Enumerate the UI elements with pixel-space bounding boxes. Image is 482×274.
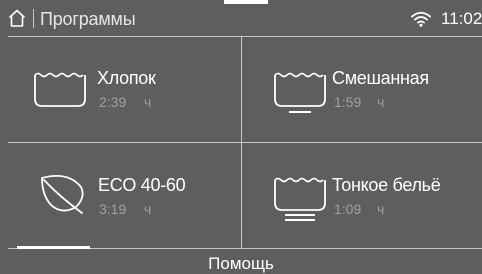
program-duration: 1:59	[334, 94, 362, 110]
program-name: Хлопок	[97, 68, 156, 88]
clock-time: 11:02	[441, 9, 482, 28]
program-duration-unit: ч	[144, 201, 152, 217]
top-bar: Программы 11:02	[0, 0, 482, 36]
program-name: Тонкое бельё	[332, 175, 441, 195]
wifi-icon	[411, 11, 431, 27]
program-tile-delicates[interactable]: Тонкое бельё 1:09 ч	[242, 143, 475, 248]
leaf-icon	[41, 175, 84, 214]
program-duration-unit: ч	[377, 94, 385, 110]
home-icon[interactable]	[8, 9, 26, 27]
program-tile-eco[interactable]: ECO 40-60 3:19 ч	[8, 143, 241, 248]
program-duration-unit: ч	[377, 201, 385, 217]
page-indicator	[17, 246, 90, 249]
program-name: Смешанная	[332, 68, 429, 88]
program-duration: 2:39	[99, 94, 127, 110]
program-duration: 3:19	[99, 201, 127, 217]
program-duration: 1:09	[334, 201, 362, 217]
basin-cotton-icon	[34, 72, 86, 107]
program-tile-cotton[interactable]: Хлопок 2:39 ч	[8, 37, 241, 142]
program-name: ECO 40-60	[98, 175, 186, 195]
page-title: Программы	[40, 9, 136, 29]
basin-mixed-icon	[274, 72, 326, 113]
header-separator	[33, 9, 34, 28]
program-duration-unit: ч	[144, 94, 152, 110]
basin-delicates-icon	[274, 177, 326, 221]
help-button[interactable]: Помощь	[0, 254, 482, 274]
program-tile-mixed[interactable]: Смешанная 1:59 ч	[242, 37, 475, 142]
pull-down-handle[interactable]	[224, 0, 268, 4]
